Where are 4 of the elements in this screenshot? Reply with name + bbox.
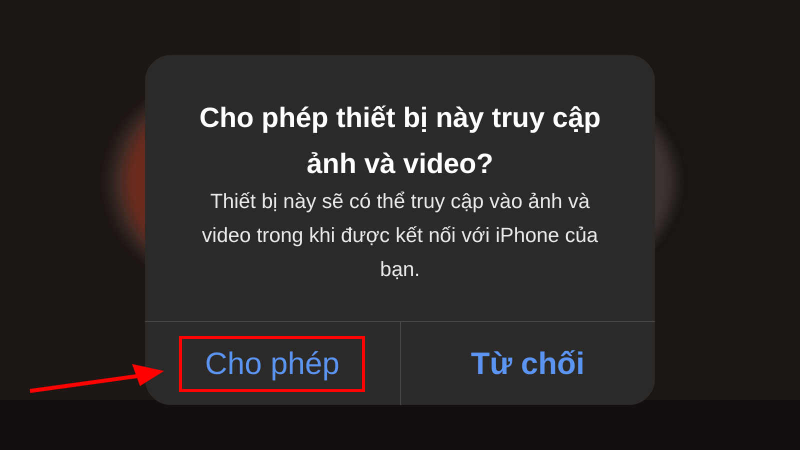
alert-button[interactable]: Từ chối bbox=[444, 336, 611, 392]
alert-title: Cho phép thiết bị này truy cập ảnh và video? bbox=[198, 101, 602, 181]
alert-button[interactable]: Cho phép bbox=[179, 336, 366, 392]
alert-message: Thiết bị này sẽ có thể truy cập vào ảnh và video trong khi được kết nối với iPhone của bạn. bbox=[200, 189, 600, 283]
